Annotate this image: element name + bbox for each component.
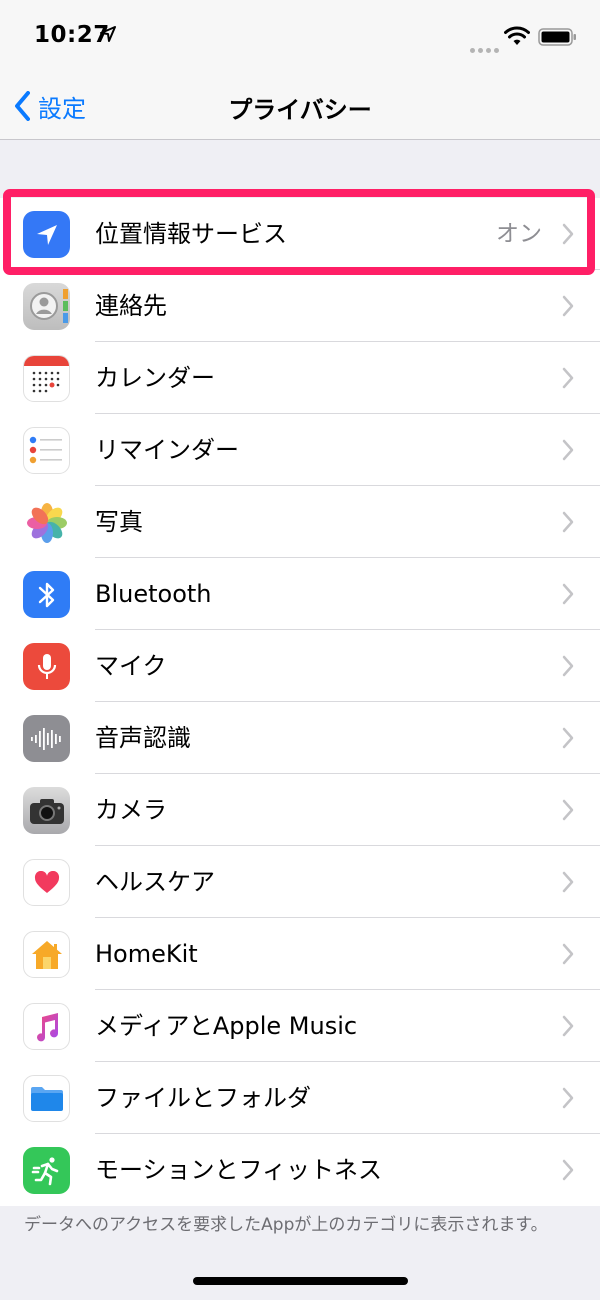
- list-item-camera[interactable]: カメラ: [0, 774, 600, 846]
- list-item-label: HomeKit: [95, 940, 198, 968]
- location-services-value: オン: [496, 221, 542, 247]
- home-icon: [23, 931, 70, 978]
- chevron-right-icon: [562, 1159, 574, 1181]
- chevron-right-icon: [562, 511, 574, 533]
- contacts-icon: [23, 283, 70, 330]
- chevron-right-icon: [562, 655, 574, 677]
- list-item-photos[interactable]: 写真: [0, 486, 600, 558]
- list-item-label: ファイルとフォルダ: [95, 1084, 311, 1112]
- chevron-right-icon: [562, 295, 574, 317]
- list-item-label: カメラ: [95, 796, 167, 824]
- chevron-right-icon: [562, 1087, 574, 1109]
- chevron-right-icon: [562, 799, 574, 821]
- location-arrow-icon: [100, 26, 116, 42]
- status-time: 10:27: [34, 22, 110, 48]
- list-item-files-folders[interactable]: ファイルとフォルダ: [0, 1062, 600, 1134]
- list-item-microphone[interactable]: マイク: [0, 630, 600, 702]
- cellular-signal-icon: [470, 38, 502, 57]
- navigation-bar: 設定 プライバシー: [0, 72, 600, 140]
- status-bar: 10:27: [0, 0, 600, 72]
- wifi-icon: [504, 26, 530, 45]
- list-item-label: 音声認識: [95, 724, 191, 752]
- page-title: プライバシー: [228, 96, 372, 124]
- photos-icon: [23, 499, 70, 546]
- home-indicator[interactable]: [193, 1277, 408, 1285]
- waveform-icon: [23, 715, 70, 762]
- camera-icon: [23, 787, 70, 834]
- list-item-label: 写真: [95, 508, 143, 536]
- location-arrow-icon: [23, 211, 70, 258]
- chevron-right-icon: [562, 1015, 574, 1037]
- list-item-label: 連絡先: [95, 292, 167, 320]
- chevron-right-icon: [562, 439, 574, 461]
- calendar-icon: [23, 355, 70, 402]
- reminders-icon: [23, 427, 70, 474]
- list-item-label: 位置情報サービス: [95, 220, 287, 248]
- microphone-icon: [23, 643, 70, 690]
- chevron-right-icon: [562, 727, 574, 749]
- footer-note: データへのアクセスを要求したAppが上のカテゴリに表示されます。: [24, 1215, 548, 1235]
- list-item-health[interactable]: ヘルスケア: [0, 846, 600, 918]
- list-item-label: カレンダー: [95, 364, 215, 392]
- list-item-label: ヘルスケア: [95, 868, 215, 896]
- list-item-homekit[interactable]: HomeKit: [0, 918, 600, 990]
- bluetooth-icon: [23, 571, 70, 618]
- list-item-reminders[interactable]: リマインダー: [0, 414, 600, 486]
- list-item-label: メディアとApple Music: [95, 1012, 358, 1040]
- list-item-bluetooth[interactable]: Bluetooth: [0, 558, 600, 630]
- list-item-label: Bluetooth: [95, 580, 212, 608]
- list-item-speech-recognition[interactable]: 音声認識: [0, 702, 600, 774]
- chevron-right-icon: [562, 583, 574, 605]
- chevron-right-icon: [562, 871, 574, 893]
- battery-icon: [538, 28, 576, 46]
- list-item-label: リマインダー: [95, 436, 239, 464]
- list-item-label: マイク: [95, 652, 167, 680]
- folder-icon: [23, 1075, 70, 1122]
- list-item-contacts[interactable]: 連絡先: [0, 270, 600, 342]
- list-item-calendar[interactable]: カレンダー: [0, 342, 600, 414]
- privacy-list: 位置情報サービス オン 連絡先 カレンダー リマインダー 写真 Bluetoot…: [0, 198, 600, 1206]
- music-note-icon: [23, 1003, 70, 1050]
- running-figure-icon: [23, 1147, 70, 1194]
- chevron-right-icon: [562, 367, 574, 389]
- list-item-motion-fitness[interactable]: モーションとフィットネス: [0, 1134, 600, 1206]
- list-item-label: モーションとフィットネス: [95, 1156, 383, 1184]
- list-item-location-services[interactable]: 位置情報サービス オン: [0, 198, 600, 270]
- heart-icon: [23, 859, 70, 906]
- chevron-right-icon: [562, 943, 574, 965]
- list-item-media-apple-music[interactable]: メディアとApple Music: [0, 990, 600, 1062]
- chevron-right-icon: [562, 223, 574, 245]
